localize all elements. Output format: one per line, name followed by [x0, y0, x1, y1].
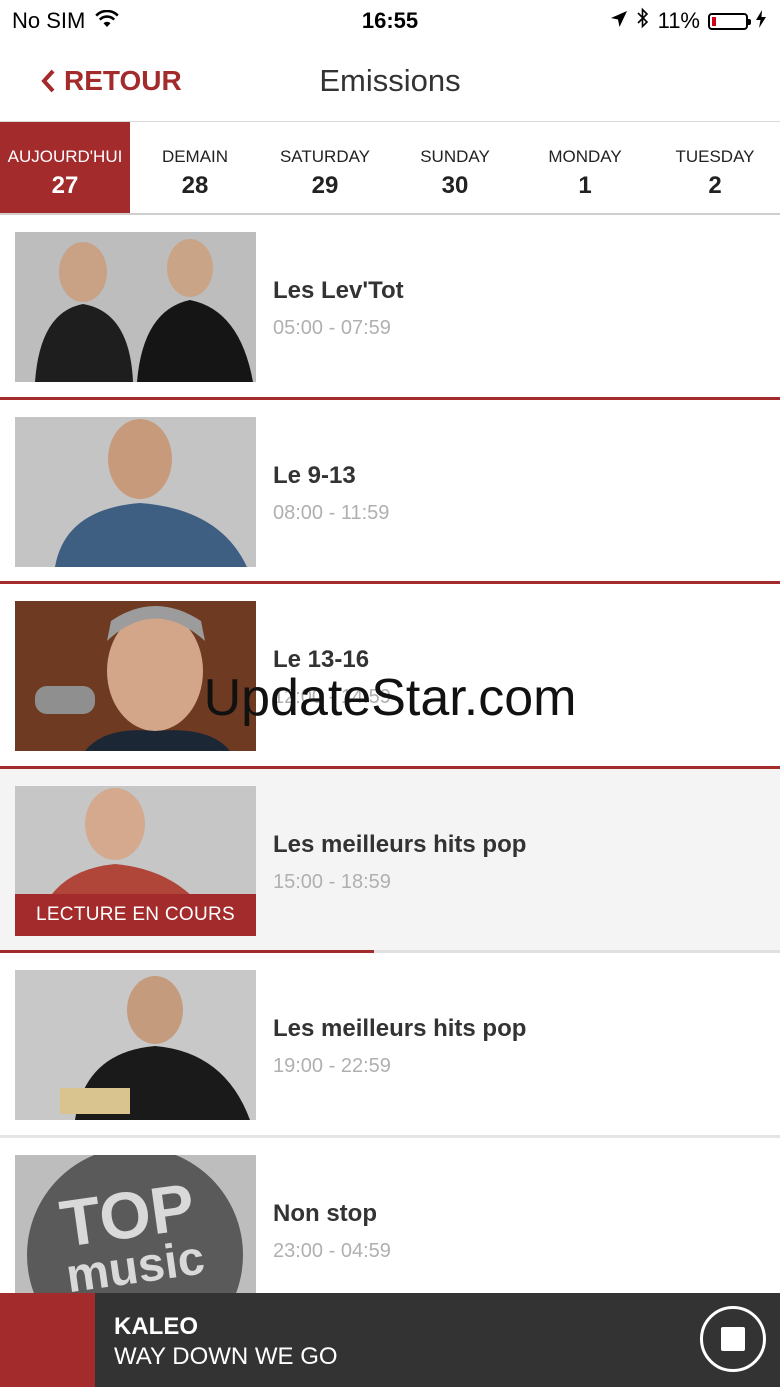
day-name: DEMAIN [161, 147, 229, 166]
show-time: 19:00 - 22:59 [273, 1055, 391, 1077]
show-title: Le 13-16 [273, 646, 370, 673]
day-tab-monday[interactable]: MONDAY 1 [520, 122, 650, 213]
day-tab-sunday[interactable]: SUNDAY 30 [390, 122, 520, 213]
show-title: Les meilleurs hits pop [273, 1015, 527, 1042]
day-number: 28 [181, 172, 209, 199]
show-thumbnail [15, 232, 256, 382]
charging-icon [756, 8, 766, 34]
day-number: 2 [708, 172, 722, 199]
show-time: 12:00 - 14:59 [273, 686, 391, 708]
player-artwork [0, 1293, 95, 1387]
show-time: 05:00 - 07:59 [273, 317, 391, 339]
show-thumbnail [15, 970, 256, 1120]
now-playing-badge: LECTURE EN COURS [15, 893, 256, 936]
day-tab-tuesday[interactable]: TUESDAY 2 [650, 122, 780, 213]
show-time: 15:00 - 18:59 [273, 870, 391, 893]
show-time: 08:00 - 11:59 [273, 501, 390, 524]
day-number: 1 [578, 172, 592, 199]
show-list: Les Lev'Tot 05:00 - 07:59 Le 9-13 08:00 … [0, 215, 780, 1322]
day-number: 27 [51, 172, 79, 199]
show-thumbnail: TOP music [15, 1154, 256, 1305]
navigation-bar: RETOUR Emissions [0, 40, 780, 120]
day-name: AUJOURD'HUI [7, 147, 123, 166]
page-title: Emissions [319, 63, 461, 98]
show-title: Les meilleurs hits pop [273, 830, 527, 858]
stop-icon [721, 1327, 745, 1351]
show-title: Non stop [273, 1199, 377, 1227]
battery-icon [708, 12, 751, 30]
show-row[interactable]: Les meilleurs hits pop 19:00 - 22:59 [0, 953, 780, 1138]
show-title: Le 9-13 [273, 461, 356, 489]
day-tab-today[interactable]: AUJOURD'HUI 27 [0, 122, 130, 213]
day-name: MONDAY [548, 147, 622, 166]
day-selector: AUJOURD'HUI 27 DEMAIN 28 SATURDAY 29 SUN… [0, 121, 780, 215]
day-name: SATURDAY [279, 147, 371, 166]
day-tab-tomorrow[interactable]: DEMAIN 28 [130, 122, 260, 213]
player-track: WAY DOWN WE GO [114, 1343, 338, 1370]
show-thumbnail: LECTURE EN COURS [15, 785, 256, 936]
location-arrow-icon [610, 8, 628, 34]
day-number: 29 [311, 172, 339, 199]
player-artist: KALEO [114, 1313, 198, 1340]
show-title: Les Lev'Tot [273, 277, 404, 304]
bluetooth-icon [636, 7, 650, 35]
mini-player[interactable]: KALEO WAY DOWN WE GO [0, 1293, 780, 1387]
battery-percent: 11% [657, 8, 700, 33]
day-tab-saturday[interactable]: SATURDAY 29 [260, 122, 390, 213]
show-row[interactable]: Le 9-13 08:00 - 11:59 [0, 399, 780, 584]
day-number: 30 [441, 172, 469, 199]
show-row[interactable]: Les Lev'Tot 05:00 - 07:59 [0, 215, 780, 400]
show-time: 23:00 - 04:59 [273, 1239, 391, 1262]
stop-button[interactable] [700, 1306, 766, 1372]
show-thumbnail [15, 416, 256, 567]
day-name: TUESDAY [675, 147, 755, 166]
show-row-current[interactable]: LECTURE EN COURS Les meilleurs hits pop … [0, 768, 780, 953]
status-bar: No SIM 16:55 11% [0, 0, 780, 40]
show-row[interactable]: Le 13-16 12:00 - 14:59 [0, 584, 780, 769]
show-thumbnail [15, 601, 256, 751]
day-name: SUNDAY [420, 147, 490, 166]
